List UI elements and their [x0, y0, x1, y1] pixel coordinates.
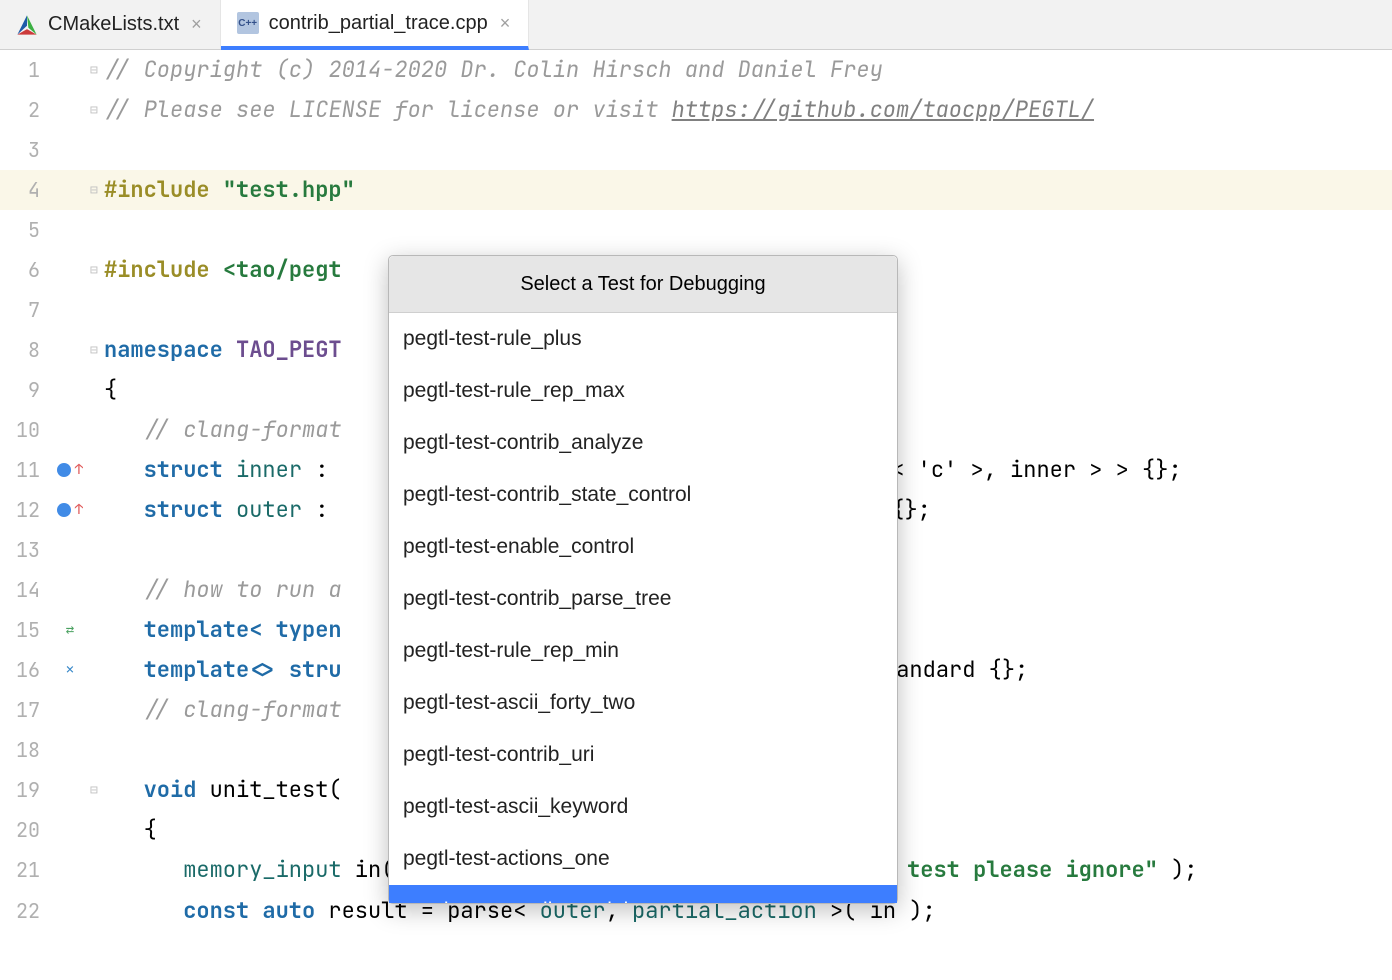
popup-list[interactable]: pegtl-test-rule_pluspegtl-test-rule_rep_…: [389, 313, 897, 903]
line-number: 15: [0, 610, 50, 650]
diff-icon[interactable]: ⇄: [66, 610, 74, 650]
line-number: 8: [0, 330, 50, 370]
arrow-up-icon: ↑: [75, 450, 83, 490]
tab-bar: CMakeLists.txt × C++ contrib_partial_tra…: [0, 0, 1392, 50]
breakpoint-icon[interactable]: [57, 503, 71, 517]
test-option[interactable]: pegtl-test-contrib_uri: [389, 729, 897, 781]
line-number: 16: [0, 650, 50, 690]
line-number: 17: [0, 690, 50, 730]
breakpoint-icon[interactable]: [57, 463, 71, 477]
line-number: 11: [0, 450, 50, 490]
arrow-up-icon: ↑: [75, 490, 83, 530]
line-number: 5: [0, 210, 50, 250]
test-option[interactable]: pegtl-test-enable_control: [389, 521, 897, 573]
line-number: 6: [0, 250, 50, 290]
close-icon[interactable]: ×: [189, 14, 204, 35]
line-number: 19: [0, 770, 50, 810]
test-option[interactable]: pegtl-test-contrib_analyze: [389, 417, 897, 469]
tab-label: contrib_partial_trace.cpp: [269, 12, 488, 35]
test-option[interactable]: pegtl-test-ascii_keyword: [389, 781, 897, 833]
line-number: 12: [0, 490, 50, 530]
line-number: 1: [0, 50, 50, 90]
gutter-mark[interactable]: ↑: [50, 450, 90, 490]
test-option[interactable]: pegtl-test-rule_plus: [389, 313, 897, 365]
close-icon[interactable]: ×: [498, 13, 513, 34]
line-number: 22: [0, 891, 50, 931]
gutter-mark[interactable]: ↑: [50, 490, 90, 530]
test-option[interactable]: pegtl-test-rule_rep_min: [389, 625, 897, 677]
fold-icon[interactable]: ⊟: [90, 90, 104, 130]
test-option[interactable]: pegtl-test-contrib_parse_tree: [389, 573, 897, 625]
line-number: 7: [0, 290, 50, 330]
line-number: 9: [0, 370, 50, 410]
test-option[interactable]: pegtl-test-rule_rep_max: [389, 365, 897, 417]
cmake-icon: [16, 14, 38, 36]
license-url[interactable]: https://github.com/taocpp/PEGTL/: [672, 95, 1094, 124]
fold-icon[interactable]: ⊟: [90, 250, 104, 290]
test-option[interactable]: pegtl-test-actions_one: [389, 833, 897, 885]
line-number: 21: [0, 850, 50, 890]
cpp-file-icon: C++: [237, 12, 259, 34]
line-number: 13: [0, 530, 50, 570]
tab-label: CMakeLists.txt: [48, 13, 179, 36]
debug-test-selector-popup: Select a Test for Debugging pegtl-test-r…: [388, 255, 898, 904]
popup-title: Select a Test for Debugging: [389, 256, 897, 313]
test-option[interactable]: pegtl-test-contrib_partial_trace: [389, 885, 897, 903]
line-number: 2: [0, 90, 50, 130]
line-number: 4: [0, 170, 50, 210]
line-number: 20: [0, 810, 50, 850]
tab-contrib-partial-trace[interactable]: C++ contrib_partial_trace.cpp ×: [221, 0, 530, 50]
line-number: 3: [0, 130, 50, 170]
line-number: 10: [0, 410, 50, 450]
fold-icon[interactable]: ⊟: [90, 770, 104, 810]
line-number: 14: [0, 570, 50, 610]
tab-cmakelists[interactable]: CMakeLists.txt ×: [0, 0, 221, 49]
fold-icon[interactable]: ⊟: [90, 50, 104, 90]
line-number: 18: [0, 730, 50, 770]
fold-icon[interactable]: ⊟: [90, 170, 104, 210]
code-editor[interactable]: 1⊟// Copyright (c) 2014-2020 Dr. Colin H…: [0, 50, 1392, 931]
test-option[interactable]: pegtl-test-ascii_forty_two: [389, 677, 897, 729]
override-icon[interactable]: ✕: [66, 650, 74, 690]
test-option[interactable]: pegtl-test-contrib_state_control: [389, 469, 897, 521]
fold-icon[interactable]: ⊟: [90, 330, 104, 370]
